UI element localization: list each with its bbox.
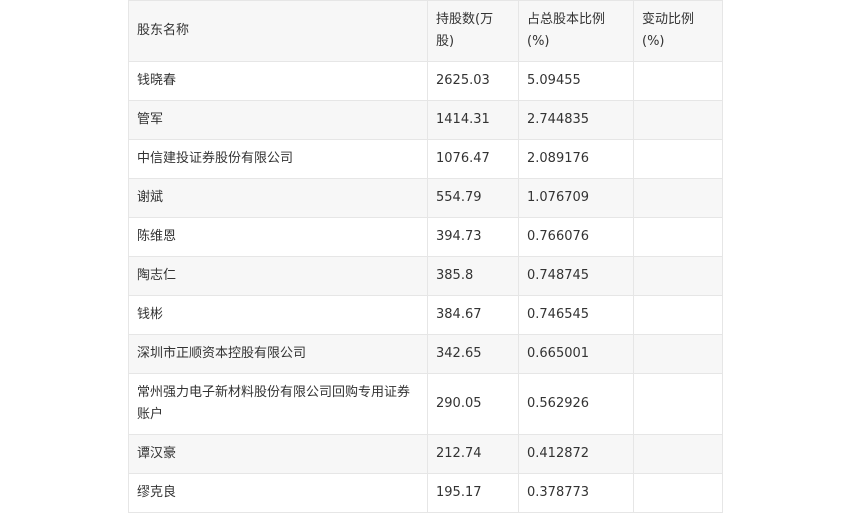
ratio-cell: 2.744835 [518,100,634,140]
table-row: 陈维恩 394.73 0.766076 [128,217,723,257]
shares-cell: 1076.47 [427,139,519,179]
shares-cell: 384.67 [427,295,519,335]
holder-name-cell: 常州强力电子新材料股份有限公司回购专用证券账户 [128,373,428,435]
header-shares: 持股数(万股) [427,0,519,62]
ratio-cell: 0.766076 [518,217,634,257]
ratio-cell: 0.378773 [518,473,634,513]
ratio-cell: 2.089176 [518,139,634,179]
change-cell [633,334,723,374]
change-cell [633,61,723,101]
table-header-row: 股东名称 持股数(万股) 占总股本比例(%) 变动比例(%) [128,0,723,62]
shares-cell: 342.65 [427,334,519,374]
change-cell [633,100,723,140]
shares-cell: 195.17 [427,473,519,513]
shares-cell: 2625.03 [427,61,519,101]
ratio-cell: 0.562926 [518,373,634,435]
holder-name-cell: 陈维恩 [128,217,428,257]
header-change: 变动比例(%) [633,0,723,62]
holder-name-cell: 谢斌 [128,178,428,218]
change-cell [633,256,723,296]
table-row: 陶志仁 385.8 0.748745 [128,256,723,296]
shares-cell: 212.74 [427,434,519,474]
table-row: 缪克良 195.17 0.378773 [128,473,723,513]
holder-name-cell: 陶志仁 [128,256,428,296]
holder-name-cell: 管军 [128,100,428,140]
ratio-cell: 0.748745 [518,256,634,296]
ratio-cell: 5.09455 [518,61,634,101]
change-cell [633,434,723,474]
shares-cell: 394.73 [427,217,519,257]
change-cell [633,473,723,513]
table-row: 中信建投证券股份有限公司 1076.47 2.089176 [128,139,723,179]
table-row: 钱晓春 2625.03 5.09455 [128,61,723,101]
shares-cell: 290.05 [427,373,519,435]
shares-cell: 385.8 [427,256,519,296]
ratio-cell: 0.746545 [518,295,634,335]
holder-name-cell: 缪克良 [128,473,428,513]
table-row: 常州强力电子新材料股份有限公司回购专用证券账户 290.05 0.562926 [128,373,723,435]
shares-cell: 554.79 [427,178,519,218]
change-cell [633,295,723,335]
ratio-cell: 0.665001 [518,334,634,374]
shareholder-table: 股东名称 持股数(万股) 占总股本比例(%) 变动比例(%) 钱晓春 2625.0… [128,0,723,513]
ratio-cell: 1.076709 [518,178,634,218]
holder-name-cell: 深圳市正顺资本控股有限公司 [128,334,428,374]
holder-name-cell: 钱彬 [128,295,428,335]
change-cell [633,139,723,179]
holder-name-cell: 中信建投证券股份有限公司 [128,139,428,179]
shares-cell: 1414.31 [427,100,519,140]
header-ratio: 占总股本比例(%) [518,0,634,62]
table-row: 深圳市正顺资本控股有限公司 342.65 0.665001 [128,334,723,374]
change-cell [633,178,723,218]
change-cell [633,217,723,257]
ratio-cell: 0.412872 [518,434,634,474]
change-cell [633,373,723,435]
table-row: 谢斌 554.79 1.076709 [128,178,723,218]
header-holder-name: 股东名称 [128,0,428,62]
table-row: 管军 1414.31 2.744835 [128,100,723,140]
table-row: 谭汉豪 212.74 0.412872 [128,434,723,474]
holder-name-cell: 谭汉豪 [128,434,428,474]
table-row: 钱彬 384.67 0.746545 [128,295,723,335]
holder-name-cell: 钱晓春 [128,61,428,101]
